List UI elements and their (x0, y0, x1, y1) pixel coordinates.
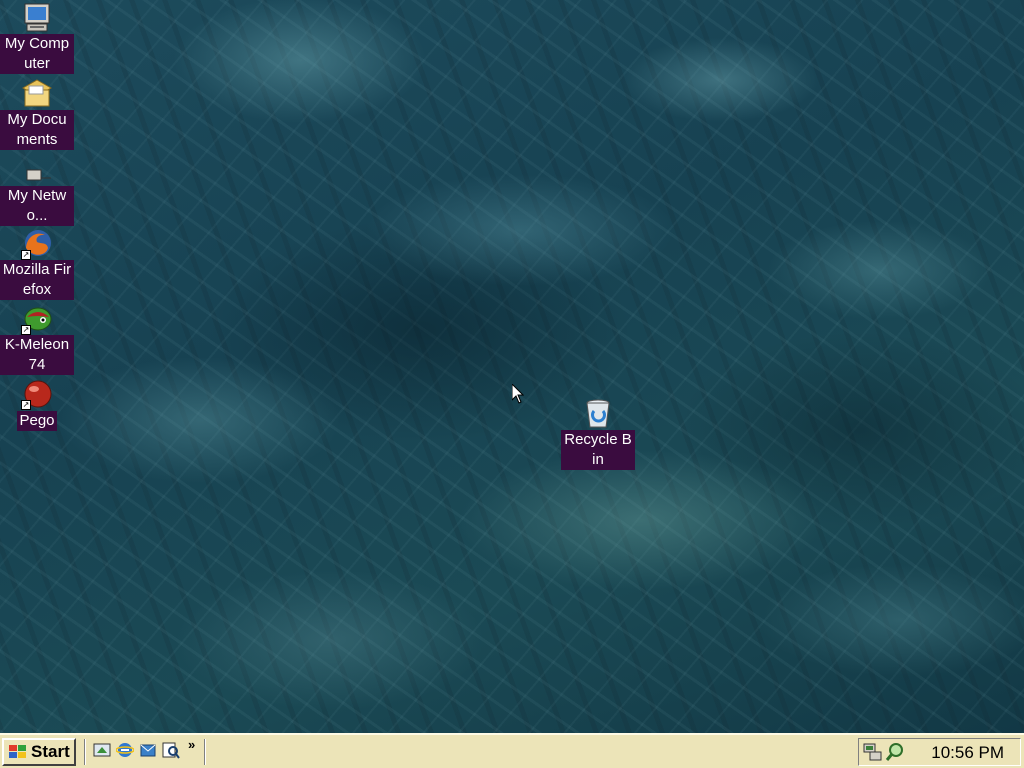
desktop-icon-label: Pego (17, 411, 57, 431)
kmeleon-icon: ↗ (21, 303, 53, 335)
taskbar: Start » 10:56 PM (0, 733, 1024, 768)
windows-logo-icon (7, 743, 29, 761)
folder-icon (21, 78, 53, 110)
shortcut-arrow-icon: ↗ (21, 325, 31, 335)
desktop-icon-label: My Netwo... (0, 186, 74, 226)
desktop-icon-my-documents[interactable]: My Documents (0, 78, 74, 150)
desktop-icon-my-computer[interactable]: My Computer (0, 2, 74, 74)
firefox-icon: ↗ (21, 228, 53, 260)
mouse-cursor-icon (512, 384, 524, 404)
shortcut-arrow-icon: ↗ (21, 400, 31, 410)
desktop-icon-label: Mozilla Firefox (0, 260, 74, 300)
desktop-icon-recycle-bin[interactable]: Recycle Bin (561, 398, 635, 470)
network-tray-icon[interactable] (863, 742, 883, 762)
taskbar-divider (204, 739, 206, 765)
start-button[interactable]: Start (2, 738, 76, 766)
desktop-icon-label: My Computer (0, 34, 74, 74)
search-icon[interactable] (162, 741, 180, 759)
taskbar-divider (84, 739, 86, 765)
pego-icon: ↗ (21, 378, 53, 410)
desktop-icon-label: K-Meleon 74 (0, 335, 74, 375)
shortcut-arrow-icon: ↗ (21, 250, 31, 260)
desktop[interactable]: My Computer My Documents My Netwo... ↗ M… (0, 0, 1024, 733)
search-tray-icon[interactable] (885, 742, 905, 762)
quick-launch-overflow-button[interactable]: » (188, 737, 195, 752)
clock[interactable]: 10:56 PM (931, 743, 1004, 763)
start-label: Start (31, 742, 70, 761)
desktop-icon-label: Recycle Bin (561, 430, 635, 470)
desktop-icon-k-meleon[interactable]: ↗ K-Meleon 74 (0, 303, 74, 375)
desktop-icon-mozilla-firefox[interactable]: ↗ Mozilla Firefox (0, 228, 74, 300)
computer-icon (21, 2, 53, 34)
recycle-bin-icon (582, 398, 614, 430)
desktop-icon-pego[interactable]: ↗ Pego (0, 378, 74, 431)
system-tray: 10:56 PM (858, 738, 1021, 766)
network-icon (21, 168, 53, 186)
internet-explorer-icon[interactable] (115, 741, 135, 759)
show-desktop-icon[interactable] (93, 741, 111, 759)
desktop-icon-my-network[interactable]: My Netwo... (0, 168, 74, 226)
desktop-icon-label: My Documents (0, 110, 74, 150)
outlook-icon[interactable] (139, 741, 157, 759)
